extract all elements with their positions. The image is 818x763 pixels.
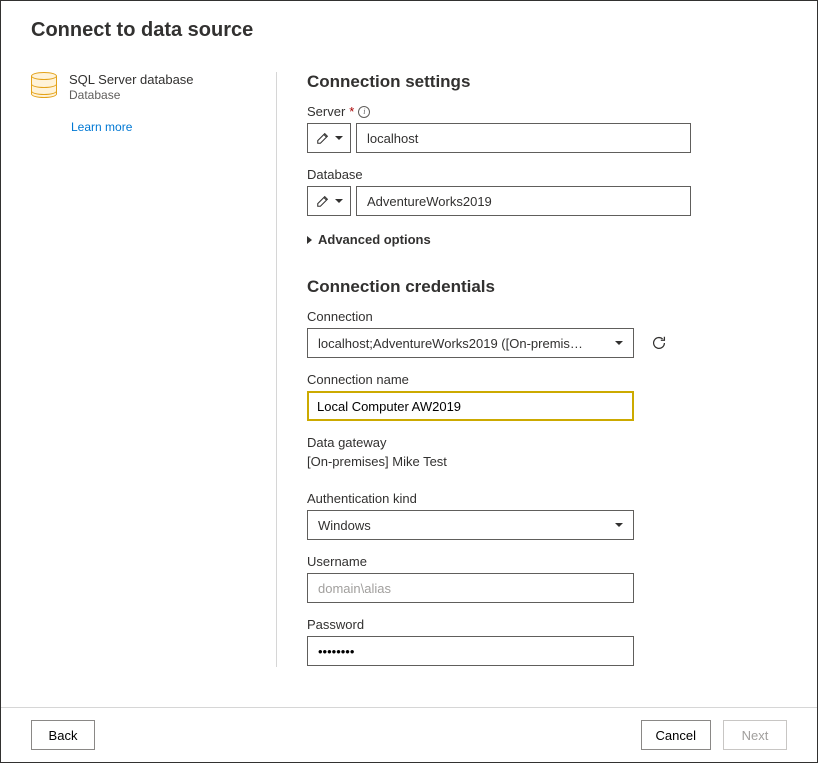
refresh-icon xyxy=(650,334,668,352)
database-label: Database xyxy=(307,167,363,182)
page-title: Connect to data source xyxy=(31,19,787,42)
database-input[interactable] xyxy=(356,186,691,216)
connection-label: Connection xyxy=(307,309,373,324)
info-icon[interactable]: i xyxy=(358,106,370,118)
chevron-right-icon xyxy=(307,236,312,244)
connection-dropdown-value: localhost;AdventureWorks2019 ([On-premis… xyxy=(318,336,583,351)
connection-name-label: Connection name xyxy=(307,372,409,387)
chevron-down-icon xyxy=(615,341,623,345)
connection-name-input[interactable] xyxy=(307,391,634,421)
chevron-down-icon xyxy=(335,136,343,140)
footer: Back Cancel Next xyxy=(1,707,817,762)
connection-credentials-heading: Connection credentials xyxy=(307,277,787,297)
data-gateway-value: [On-premises] Mike Test xyxy=(307,454,787,469)
authentication-kind-label: Authentication kind xyxy=(307,491,417,506)
datasource-name: SQL Server database xyxy=(69,72,194,87)
refresh-button[interactable] xyxy=(648,332,670,354)
connection-dropdown[interactable]: localhost;AdventureWorks2019 ([On-premis… xyxy=(307,328,634,358)
chevron-down-icon xyxy=(335,199,343,203)
password-label: Password xyxy=(307,617,364,632)
next-button: Next xyxy=(723,720,787,750)
required-indicator: * xyxy=(349,104,354,119)
server-input[interactable] xyxy=(356,123,691,153)
authentication-kind-value: Windows xyxy=(318,518,371,533)
server-label: Server xyxy=(307,104,345,119)
pencil-icon xyxy=(316,194,330,208)
datasource-subtitle: Database xyxy=(69,88,194,102)
authentication-kind-dropdown[interactable]: Windows xyxy=(307,510,634,540)
database-edit-mode-button[interactable] xyxy=(307,186,351,216)
password-input[interactable] xyxy=(307,636,634,666)
advanced-options-label: Advanced options xyxy=(318,232,431,247)
cancel-button[interactable]: Cancel xyxy=(641,720,711,750)
divider xyxy=(276,72,277,667)
server-edit-mode-button[interactable] xyxy=(307,123,351,153)
username-input[interactable] xyxy=(307,573,634,603)
database-icon xyxy=(31,72,57,102)
connection-settings-heading: Connection settings xyxy=(307,72,787,92)
chevron-down-icon xyxy=(615,523,623,527)
pencil-icon xyxy=(316,131,330,145)
username-label: Username xyxy=(307,554,367,569)
learn-more-link[interactable]: Learn more xyxy=(71,120,246,134)
data-gateway-label: Data gateway xyxy=(307,435,387,450)
advanced-options-toggle[interactable]: Advanced options xyxy=(307,232,787,247)
sidebar: SQL Server database Database Learn more xyxy=(31,72,246,667)
back-button[interactable]: Back xyxy=(31,720,95,750)
